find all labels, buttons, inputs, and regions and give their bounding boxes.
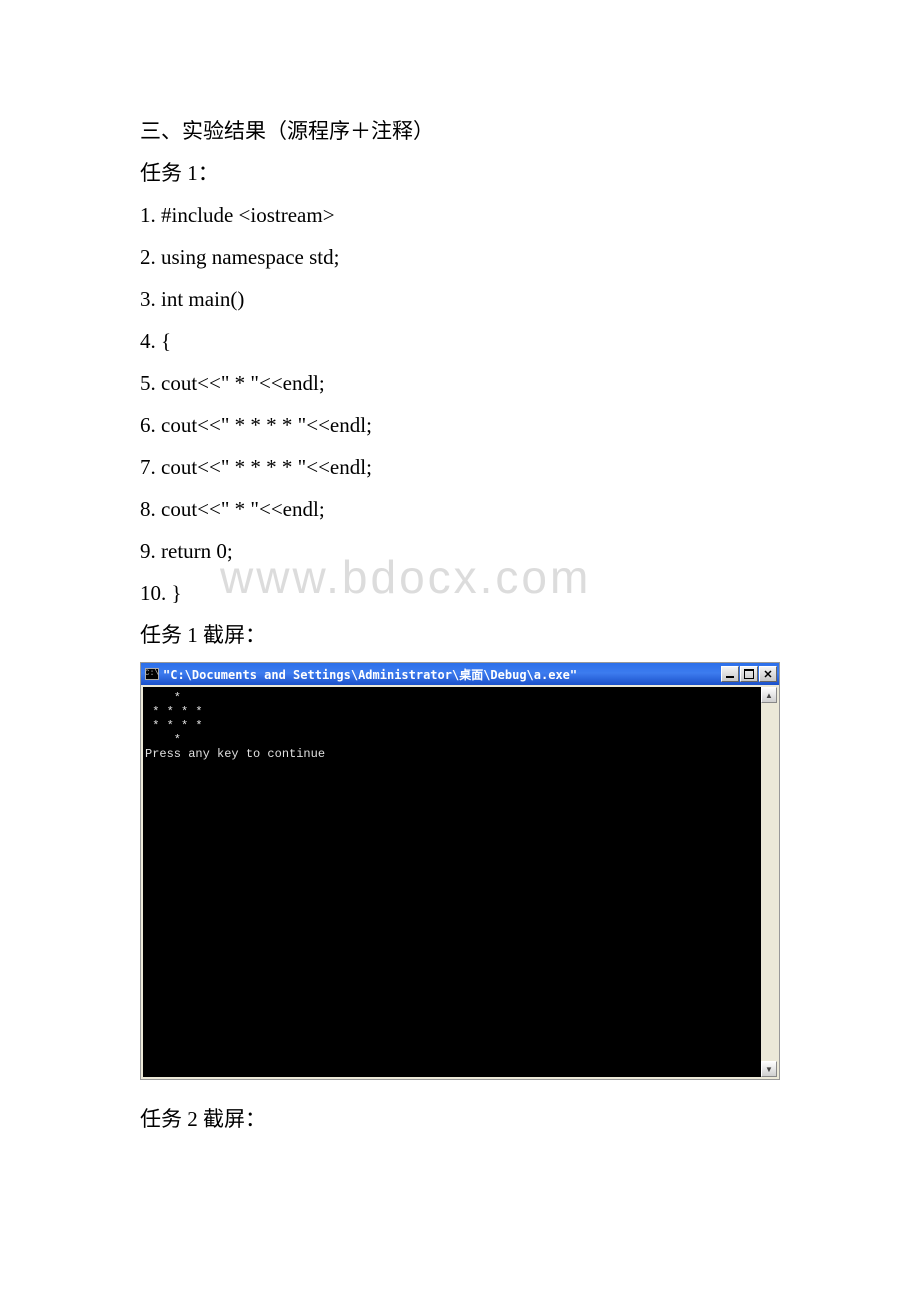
cmd-icon: C:\ xyxy=(145,668,159,680)
scroll-down-button[interactable]: ▼ xyxy=(761,1061,777,1077)
document-content: 三、实验结果（源程序＋注释） 任务 1： 1. #include <iostre… xyxy=(140,110,780,1140)
code-line: 8. cout<<" * "<<endl; xyxy=(140,488,780,530)
code-line: 6. cout<<" * * * * "<<endl; xyxy=(140,404,780,446)
code-line: 10. } xyxy=(140,572,780,614)
scrollbar[interactable]: ▲ ▼ xyxy=(761,687,777,1077)
close-button[interactable]: ✕ xyxy=(759,666,777,682)
code-line: 9. return 0; xyxy=(140,530,780,572)
maximize-button[interactable] xyxy=(740,666,758,682)
code-line: 7. cout<<" * * * * "<<endl; xyxy=(140,446,780,488)
console-body-wrap: * * * * * * * * * * Press any key to con… xyxy=(141,685,779,1079)
code-line: 3. int main() xyxy=(140,278,780,320)
section-heading: 三、实验结果（源程序＋注释） xyxy=(140,110,780,152)
code-line: 4. { xyxy=(140,320,780,362)
code-line: 2. using namespace std; xyxy=(140,236,780,278)
minimize-button[interactable] xyxy=(721,666,739,682)
window-title: "C:\Documents and Settings\Administrator… xyxy=(163,666,720,683)
task1-screenshot-label: 任务 1 截屏： xyxy=(140,614,780,656)
task2-screenshot-label: 任务 2 截屏： xyxy=(140,1098,780,1140)
scroll-up-button[interactable]: ▲ xyxy=(761,687,777,703)
scroll-track[interactable] xyxy=(761,703,777,1061)
cmd-icon-text: C:\ xyxy=(145,670,159,678)
code-line: 1. #include <iostream> xyxy=(140,194,780,236)
titlebar[interactable]: C:\ "C:\Documents and Settings\Administr… xyxy=(141,663,779,685)
console-output: * * * * * * * * * * Press any key to con… xyxy=(143,687,761,1077)
code-line: 5. cout<<" * "<<endl; xyxy=(140,362,780,404)
console-window: C:\ "C:\Documents and Settings\Administr… xyxy=(140,662,780,1080)
task1-label: 任务 1： xyxy=(140,152,780,194)
